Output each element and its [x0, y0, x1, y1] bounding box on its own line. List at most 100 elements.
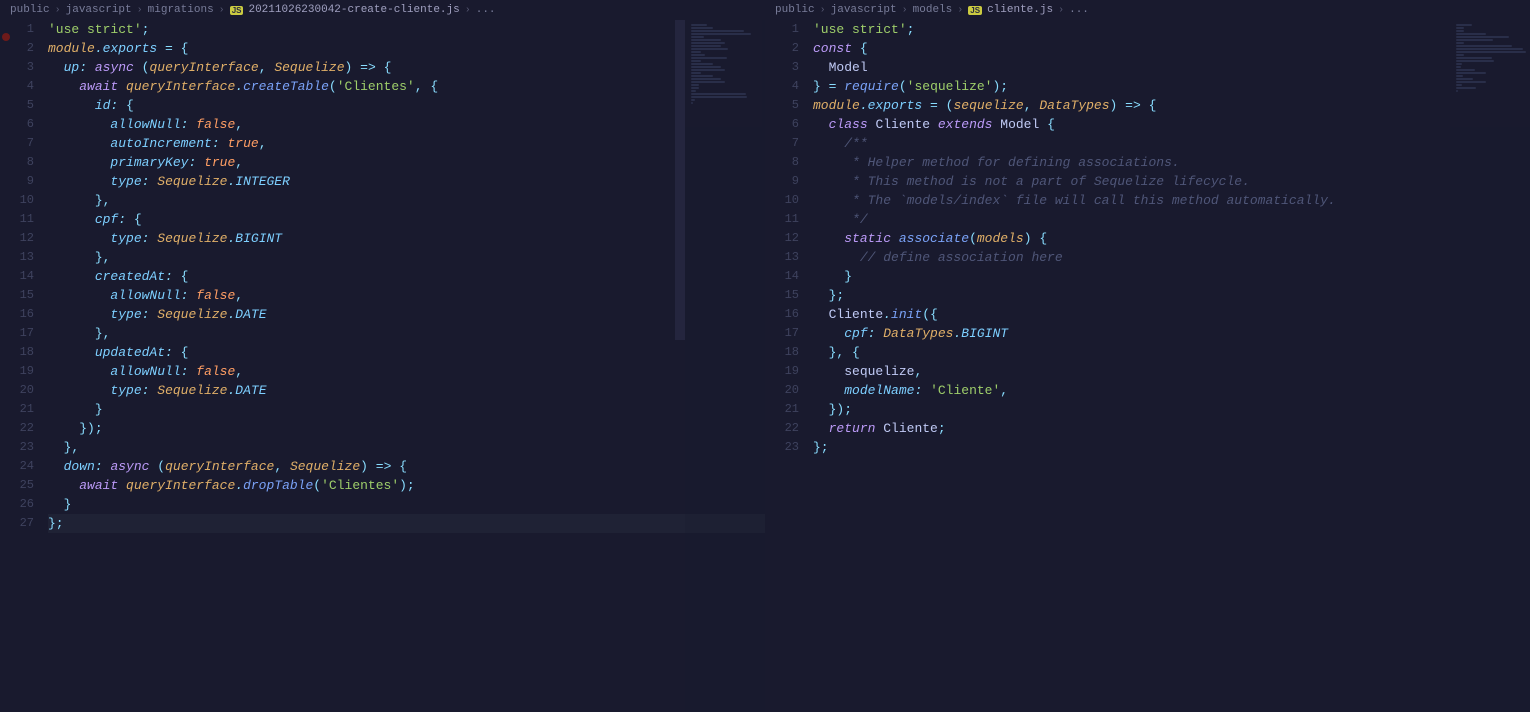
line-number[interactable]: 13: [765, 248, 799, 267]
code-line[interactable]: type: Sequelize.DATE: [48, 381, 765, 400]
line-number[interactable]: 20: [0, 381, 34, 400]
code-line[interactable]: type: Sequelize.DATE: [48, 305, 765, 324]
line-number[interactable]: 17: [0, 324, 34, 343]
scrollbar-thumb[interactable]: [675, 20, 685, 340]
code-line[interactable]: primaryKey: true,: [48, 153, 765, 172]
code-line[interactable]: class Cliente extends Model {: [813, 115, 1530, 134]
breadcrumb-more[interactable]: ...: [1069, 4, 1089, 16]
code-line[interactable]: updatedAt: {: [48, 343, 765, 362]
line-number[interactable]: 6: [765, 115, 799, 134]
line-number[interactable]: 14: [765, 267, 799, 286]
code-line[interactable]: // define association here: [813, 248, 1530, 267]
code-content-left[interactable]: 'use strict';module.exports = { up: asyn…: [48, 20, 765, 712]
line-number[interactable]: 5: [765, 96, 799, 115]
code-line[interactable]: }: [48, 495, 765, 514]
line-number[interactable]: 14: [0, 267, 34, 286]
line-number[interactable]: 8: [765, 153, 799, 172]
line-number[interactable]: 3: [0, 58, 34, 77]
code-line[interactable]: Cliente.init({: [813, 305, 1530, 324]
code-line[interactable]: 'use strict';: [48, 20, 765, 39]
line-number[interactable]: 12: [765, 229, 799, 248]
code-line[interactable]: * The `models/index` file will call this…: [813, 191, 1530, 210]
code-line[interactable]: await queryInterface.dropTable('Clientes…: [48, 476, 765, 495]
line-number[interactable]: 22: [0, 419, 34, 438]
code-line[interactable]: };: [813, 286, 1530, 305]
code-line[interactable]: static associate(models) {: [813, 229, 1530, 248]
code-line[interactable]: });: [813, 400, 1530, 419]
breadcrumb-more[interactable]: ...: [476, 4, 496, 16]
breadcrumb-file[interactable]: cliente.js: [987, 4, 1053, 16]
code-line[interactable]: },: [48, 191, 765, 210]
code-line[interactable]: down: async (queryInterface, Sequelize) …: [48, 457, 765, 476]
code-content-right[interactable]: 'use strict';const { Model} = require('s…: [813, 20, 1530, 712]
line-number[interactable]: 9: [765, 172, 799, 191]
line-number[interactable]: 3: [765, 58, 799, 77]
line-number[interactable]: 9: [0, 172, 34, 191]
breadcrumb-item[interactable]: public: [775, 4, 815, 16]
code-line[interactable]: * Helper method for defining association…: [813, 153, 1530, 172]
line-number[interactable]: 20: [765, 381, 799, 400]
code-line[interactable]: id: {: [48, 96, 765, 115]
line-number[interactable]: 21: [765, 400, 799, 419]
code-line[interactable]: 'use strict';: [813, 20, 1530, 39]
breakpoint-indicator[interactable]: [2, 33, 10, 41]
line-number[interactable]: 15: [765, 286, 799, 305]
line-number[interactable]: 8: [0, 153, 34, 172]
line-number[interactable]: 7: [0, 134, 34, 153]
line-number[interactable]: 27: [0, 514, 34, 533]
line-gutter-left[interactable]: 1234567891011121314151617181920212223242…: [0, 20, 48, 712]
code-editor-right[interactable]: 1234567891011121314151617181920212223 'u…: [765, 20, 1530, 712]
line-number[interactable]: 22: [765, 419, 799, 438]
line-number[interactable]: 12: [0, 229, 34, 248]
line-number[interactable]: 4: [0, 77, 34, 96]
line-number[interactable]: 17: [765, 324, 799, 343]
code-line[interactable]: } = require('sequelize');: [813, 77, 1530, 96]
line-number[interactable]: 5: [0, 96, 34, 115]
code-line[interactable]: },: [48, 248, 765, 267]
code-line[interactable]: module.exports = (sequelize, DataTypes) …: [813, 96, 1530, 115]
code-line[interactable]: type: Sequelize.BIGINT: [48, 229, 765, 248]
breadcrumb-right[interactable]: public › javascript › models › JS client…: [765, 0, 1530, 20]
line-number[interactable]: 26: [0, 495, 34, 514]
code-line[interactable]: };: [813, 438, 1530, 457]
line-number[interactable]: 13: [0, 248, 34, 267]
line-number[interactable]: 24: [0, 457, 34, 476]
line-number[interactable]: 23: [765, 438, 799, 457]
code-line[interactable]: return Cliente;: [813, 419, 1530, 438]
line-number[interactable]: 6: [0, 115, 34, 134]
code-line[interactable]: */: [813, 210, 1530, 229]
breadcrumb-left[interactable]: public › javascript › migrations › JS 20…: [0, 0, 765, 20]
line-number[interactable]: 7: [765, 134, 799, 153]
code-line[interactable]: cpf: {: [48, 210, 765, 229]
code-line[interactable]: }, {: [813, 343, 1530, 362]
line-number[interactable]: 4: [765, 77, 799, 96]
code-line[interactable]: type: Sequelize.INTEGER: [48, 172, 765, 191]
code-line[interactable]: allowNull: false,: [48, 115, 765, 134]
line-number[interactable]: 23: [0, 438, 34, 457]
breadcrumb-file[interactable]: 20211026230042-create-cliente.js: [248, 4, 459, 16]
line-number[interactable]: 2: [765, 39, 799, 58]
line-number[interactable]: 11: [765, 210, 799, 229]
line-number[interactable]: 16: [0, 305, 34, 324]
code-line[interactable]: allowNull: false,: [48, 362, 765, 381]
code-line[interactable]: }: [813, 267, 1530, 286]
code-line[interactable]: await queryInterface.createTable('Client…: [48, 77, 765, 96]
line-number[interactable]: 10: [0, 191, 34, 210]
line-number[interactable]: 11: [0, 210, 34, 229]
breadcrumb-item[interactable]: public: [10, 4, 50, 16]
line-number[interactable]: 19: [0, 362, 34, 381]
line-number[interactable]: 2: [0, 39, 34, 58]
breadcrumb-item[interactable]: javascript: [66, 4, 132, 16]
line-number[interactable]: 25: [0, 476, 34, 495]
code-line[interactable]: /**: [813, 134, 1530, 153]
code-line[interactable]: };: [48, 514, 765, 533]
code-line[interactable]: const {: [813, 39, 1530, 58]
line-number[interactable]: 15: [0, 286, 34, 305]
code-line[interactable]: * This method is not a part of Sequelize…: [813, 172, 1530, 191]
line-number[interactable]: 18: [0, 343, 34, 362]
line-number[interactable]: 16: [765, 305, 799, 324]
breadcrumb-item[interactable]: models: [913, 4, 953, 16]
code-line[interactable]: },: [48, 438, 765, 457]
code-line[interactable]: sequelize,: [813, 362, 1530, 381]
breadcrumb-item[interactable]: javascript: [831, 4, 897, 16]
